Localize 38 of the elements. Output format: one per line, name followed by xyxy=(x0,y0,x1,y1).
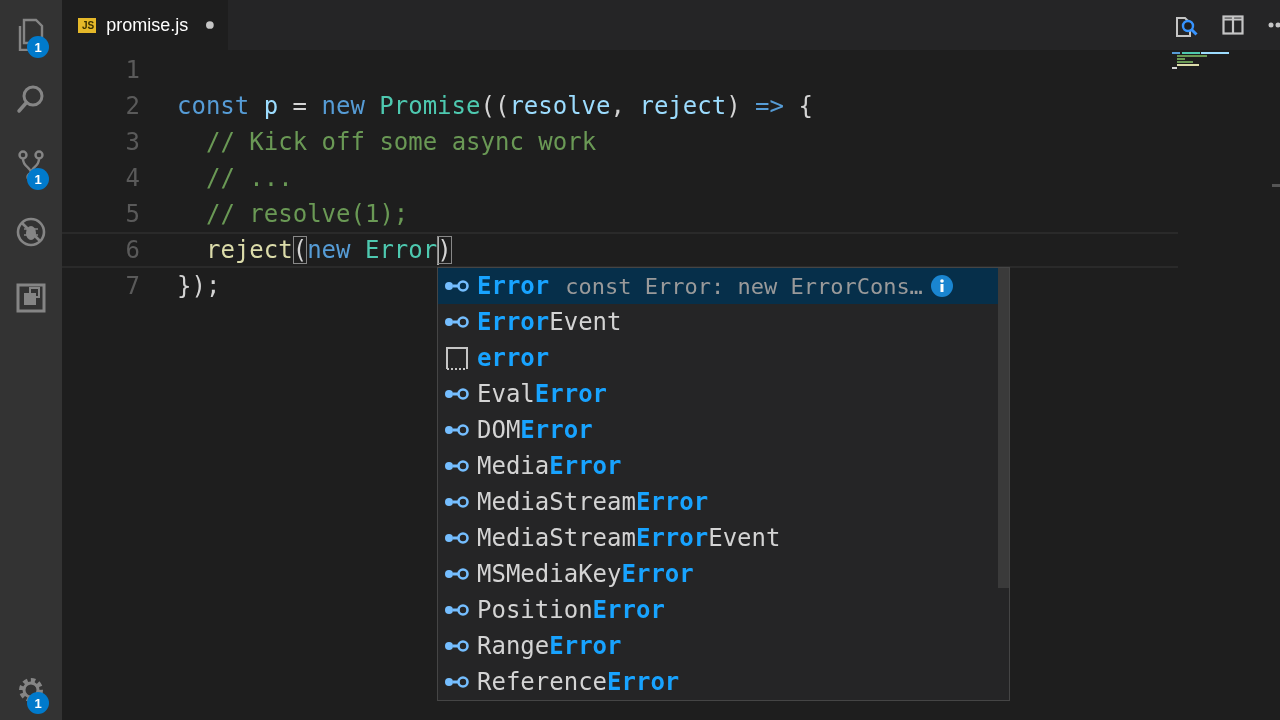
split-editor-icon[interactable] xyxy=(1222,15,1244,35)
code-line: // resolve(1); xyxy=(206,200,409,228)
suggestion-detail: const Error: new ErrorCons… xyxy=(565,273,923,299)
line-number: 1 xyxy=(124,56,140,84)
suggestion-item[interactable]: error xyxy=(438,340,998,376)
line-number: 2 xyxy=(124,92,140,120)
suggestion-item[interactable]: MediaError xyxy=(438,448,998,484)
info-icon[interactable] xyxy=(930,275,953,297)
suggestion-item[interactable]: MSMediaKeyError xyxy=(438,556,998,592)
suggestion-item[interactable]: EvalError xyxy=(438,376,998,412)
no-bug-icon[interactable] xyxy=(14,215,48,249)
js-file-icon: JS xyxy=(78,17,97,33)
notification-badge: 1 xyxy=(27,692,49,714)
suggestion-item[interactable]: DOMError xyxy=(438,412,998,448)
line-number: 4 xyxy=(124,164,140,192)
editor-tab[interactable]: JS promise.js xyxy=(62,0,228,50)
line-number: 3 xyxy=(124,128,140,156)
suggestion-item[interactable]: MediaStreamErrorEvent xyxy=(438,520,998,556)
line-number: 6 xyxy=(124,236,140,264)
suggestion-item[interactable]: MediaStreamError xyxy=(438,484,998,520)
line-number: 7 xyxy=(124,272,140,300)
suggestion-item[interactable]: Error const Error: new ErrorCons… xyxy=(438,268,998,304)
line-number: 5 xyxy=(124,200,140,228)
scrollbar[interactable] xyxy=(998,268,1009,588)
code-line: // ... xyxy=(206,164,293,192)
unsaved-dot-icon[interactable] xyxy=(206,19,214,31)
suggestion-item[interactable]: RangeError xyxy=(438,628,998,664)
code-line: }); xyxy=(177,272,221,300)
code-line: // Kick off some async work xyxy=(206,128,597,156)
suggestion-item[interactable]: ErrorEvent xyxy=(438,304,998,340)
code-line: reject(new Error) xyxy=(206,235,452,265)
scrollbar[interactable] xyxy=(1272,184,1280,187)
notification-badge: 1 xyxy=(27,36,49,58)
code-line: const p = new Promise((resolve, reject) => { xyxy=(177,92,813,120)
suggestion-item[interactable]: PositionError xyxy=(438,592,998,628)
extensions-icon[interactable] xyxy=(14,281,48,315)
notification-badge: 1 xyxy=(27,168,49,190)
suggestion-item[interactable]: ReferenceError xyxy=(438,664,998,700)
